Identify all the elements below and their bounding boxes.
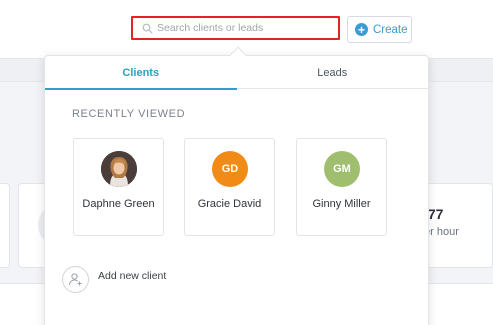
add-user-icon: [62, 265, 89, 293]
client-card-ginny-miller[interactable]: GM Ginny Miller: [296, 138, 387, 236]
avatar: GD: [212, 151, 248, 187]
client-name: Ginny Miller: [312, 198, 371, 210]
client-card-gracie-david[interactable]: GD Gracie David: [184, 138, 275, 236]
avatar: [101, 151, 137, 187]
search-input[interactable]: Search clients or leads: [131, 16, 340, 40]
dropdown-tabs: Clients Leads: [45, 56, 429, 90]
background-stat-label: er hour: [424, 226, 459, 238]
create-button-label: Create: [373, 23, 408, 36]
avatar: GM: [324, 151, 360, 187]
add-new-client-button[interactable]: Add new client: [62, 264, 166, 294]
profile-photo-icon: [101, 151, 137, 187]
plus-icon: +: [355, 23, 368, 36]
tab-clients[interactable]: Clients: [45, 56, 237, 90]
client-card-daphne-green[interactable]: Daphne Green: [73, 138, 164, 236]
search-icon: [142, 23, 153, 34]
add-new-client-label: Add new client: [98, 270, 167, 282]
app-page: .77 er hour Search clients or leads + Cr…: [0, 0, 493, 325]
client-name: Daphne Green: [82, 198, 155, 210]
search-dropdown: Clients Leads RECENTLY VIEWED Daphne Gre…: [44, 46, 429, 325]
search-placeholder: Search clients or leads: [157, 22, 264, 34]
tab-leads[interactable]: Leads: [237, 56, 429, 89]
create-button[interactable]: + Create: [347, 16, 412, 43]
recently-viewed-heading: RECENTLY VIEWED: [72, 108, 186, 120]
client-name: Gracie David: [197, 198, 262, 210]
background-card: [0, 183, 10, 268]
